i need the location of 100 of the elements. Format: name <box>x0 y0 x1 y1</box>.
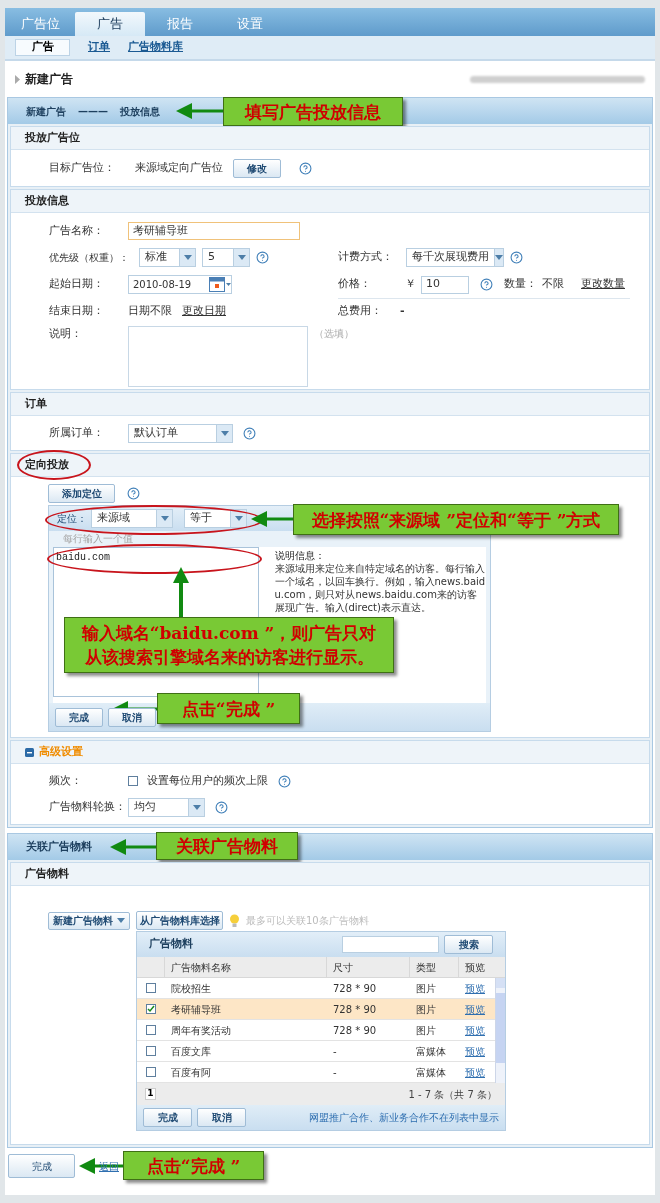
field-label: 广告物料轮换： <box>49 798 127 815</box>
finish-button[interactable]: 完成 <box>8 1154 75 1178</box>
caret-icon <box>117 918 125 923</box>
step-label: 投放信息 <box>120 104 160 119</box>
caret-icon <box>192 804 201 810</box>
pointer-arrow <box>79 1158 125 1174</box>
field-label: 广告名称： <box>49 222 105 239</box>
select-field[interactable]: 来源域 <box>91 509 173 528</box>
search-field[interactable] <box>342 936 439 953</box>
column-header: 预览 <box>464 960 486 975</box>
callout-note: 点击“完成 ” <box>157 693 300 724</box>
callout-note: 点击“完成 ” <box>123 1151 264 1180</box>
section-title: 定向投放 <box>25 456 69 473</box>
page-number[interactable]: 1 <box>145 1088 156 1100</box>
field-label: 所属订单： <box>49 424 105 441</box>
field-label: 说明： <box>49 326 83 342</box>
pointer-arrow <box>251 511 293 527</box>
field-label: 起始日期： <box>49 276 105 293</box>
nav-tab[interactable]: 广告 <box>75 12 145 36</box>
done-button[interactable]: 完成 <box>143 1108 192 1127</box>
back-link[interactable]: 返回 <box>99 1158 119 1174</box>
help-icon[interactable] <box>243 426 256 440</box>
table-cell-text: 728 * 90 <box>332 1023 378 1038</box>
column-header: 尺寸 <box>327 957 410 977</box>
help-icon[interactable] <box>127 487 140 500</box>
preview-link[interactable]: 预览 <box>459 1022 491 1038</box>
section-title: 投放信息 <box>25 192 69 209</box>
help-icon[interactable] <box>480 278 493 291</box>
field-value: 日期不限 <box>128 302 172 319</box>
help-icon[interactable] <box>215 800 228 814</box>
preview-link[interactable]: 预览 <box>459 1001 491 1017</box>
field-label: 频次： <box>49 772 83 789</box>
select-field[interactable]: 等于 <box>184 509 247 528</box>
pointer-arrow <box>173 567 189 617</box>
field-value: 来源域定向广告位 <box>135 159 223 176</box>
checkbox[interactable] <box>146 1067 156 1077</box>
scrollbar[interactable] <box>495 978 505 1083</box>
preview-link[interactable]: 预览 <box>459 1043 491 1059</box>
field-label: 价格： <box>338 276 372 293</box>
callout-note: 填写广告投放信息 <box>223 97 403 126</box>
pager-summary: 1 - 7 条（共 7 条） <box>408 1087 497 1102</box>
date-field[interactable]: 2010-08-19 <box>128 275 232 294</box>
help-icon[interactable] <box>299 161 312 175</box>
sub-tab[interactable]: 广告 <box>15 39 70 56</box>
checkbox[interactable] <box>146 1004 156 1014</box>
collapse-icon[interactable] <box>25 747 34 757</box>
select-field[interactable]: 每千次展现费用 <box>406 248 504 267</box>
field-value: - <box>400 303 405 320</box>
column-header: 广告物料名称 <box>165 957 327 977</box>
sub-tab[interactable]: 订单 <box>88 39 110 56</box>
field-label: 数量： <box>504 276 537 293</box>
select-field[interactable]: 默认订单 <box>128 423 233 443</box>
table-cell-text: 图片 <box>415 1023 437 1038</box>
table-row[interactable]: 考研辅导班 728 * 90 图片 预览 <box>137 999 495 1020</box>
step-label: 新建广告 <box>26 104 66 119</box>
checkbox-label: 设置每位用户的频次上限 <box>147 772 268 789</box>
cancel-button[interactable]: 取消 <box>108 707 156 727</box>
checkbox[interactable] <box>146 983 156 993</box>
help-icon[interactable] <box>256 251 269 264</box>
select-field[interactable]: 5 <box>202 248 250 267</box>
checkbox[interactable] <box>146 1025 156 1035</box>
add-targeting-button[interactable]: 添加定位 <box>48 484 115 503</box>
callout-note: 关联广告物料 <box>156 832 298 860</box>
description-field[interactable] <box>128 326 308 387</box>
column-header: 类型 <box>410 957 459 977</box>
library-select-button[interactable]: 从广告物料库选择 <box>136 911 223 930</box>
table-cell-text: 周年有奖活动 <box>170 1023 232 1038</box>
section-title: 广告物料 <box>25 865 69 882</box>
cancel-button[interactable]: 取消 <box>197 1108 246 1127</box>
field-label: 优先级（权重）： <box>49 251 130 265</box>
select-field[interactable]: 标准 <box>139 248 196 267</box>
preview-link[interactable]: 预览 <box>459 980 491 996</box>
change-date-link[interactable]: 更改日期 <box>182 302 226 320</box>
text-field[interactable]: 考研辅导班 <box>128 222 300 240</box>
sub-tab[interactable]: 广告物料库 <box>128 39 183 56</box>
select-field[interactable]: 均匀 <box>128 797 205 817</box>
lightbulb-icon <box>229 913 240 928</box>
table-cell-text: - <box>332 1044 338 1059</box>
help-title: 说明信息： <box>274 549 326 562</box>
price-field[interactable]: 10 <box>421 275 469 294</box>
field-label: 定位： <box>57 512 87 526</box>
table-cell-text: 百度有阿 <box>170 1065 212 1080</box>
change-quantity-link[interactable]: 更改数量 <box>581 276 625 293</box>
caret-icon <box>183 255 192 260</box>
table-cell-text: 富媒体 <box>415 1065 447 1080</box>
list-note: 网盟推广合作、新业务合作不在列表中显示 <box>309 1111 499 1125</box>
help-icon[interactable] <box>510 251 523 264</box>
callout-note: 选择按照“来源域 ”定位和“等于 ”方式 <box>293 504 619 535</box>
search-button[interactable]: 搜索 <box>444 935 493 954</box>
table-cell-text: 百度文库 <box>170 1044 212 1059</box>
section-bar-title: 关联广告物料 <box>26 838 92 855</box>
done-button[interactable]: 完成 <box>55 707 103 727</box>
table-cell-text: 图片 <box>415 1002 437 1017</box>
preview-link[interactable]: 预览 <box>459 1064 491 1080</box>
help-icon[interactable] <box>278 774 291 788</box>
checkbox[interactable] <box>128 776 138 786</box>
new-material-button[interactable]: 新建广告物料 <box>48 911 130 930</box>
checkbox[interactable] <box>146 1046 156 1056</box>
edit-button[interactable]: 修改 <box>233 158 281 178</box>
calendar-icon[interactable] <box>209 277 231 292</box>
